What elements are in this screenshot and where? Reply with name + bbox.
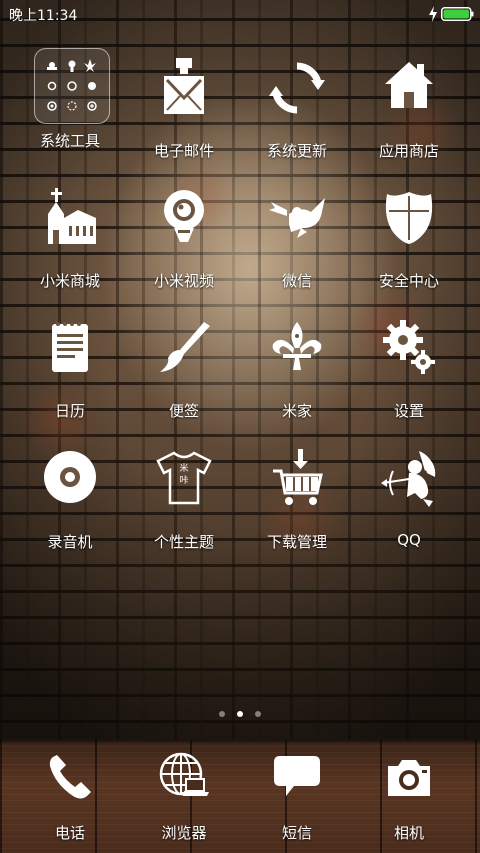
app-notes[interactable]: 便签 — [134, 318, 234, 428]
page-dot[interactable] — [219, 711, 225, 717]
app-label: QQ — [397, 531, 421, 549]
disc-icon — [40, 449, 100, 509]
app-label: 日历 — [54, 402, 85, 420]
app-label: 个性主题 — [153, 533, 214, 551]
phone-icon — [45, 752, 95, 802]
globe-laptop-icon — [159, 752, 209, 802]
folder-icon — [34, 48, 110, 124]
dock-app-browser[interactable]: 浏览器 — [134, 748, 234, 848]
app-wechat[interactable]: 微信 — [247, 188, 347, 298]
app-label: 微信 — [281, 272, 312, 290]
dock-app-camera[interactable]: 相机 — [359, 748, 459, 848]
angel-icon — [267, 188, 327, 248]
app-label: 设置 — [393, 402, 424, 420]
app-app-store[interactable]: 应用商店 — [359, 58, 459, 168]
camera-icon — [384, 752, 434, 802]
cart-download-icon — [267, 449, 327, 509]
app-qq[interactable]: QQ — [359, 449, 459, 559]
svg-text:咔: 咔 — [179, 474, 188, 486]
dock-app-label: 短信 — [281, 824, 312, 842]
app-security-center[interactable]: 安全中心 — [359, 188, 459, 298]
camera-eye-icon — [154, 188, 214, 248]
refresh-icon — [267, 58, 327, 118]
gears-icon — [379, 318, 439, 378]
app-label: 便签 — [168, 402, 199, 420]
app-system-tools-folder[interactable]: 系统工具 — [20, 48, 120, 158]
church-icon — [40, 188, 100, 248]
app-label: 系统更新 — [266, 142, 327, 160]
svg-text:米: 米 — [179, 462, 188, 474]
dock-app-label: 相机 — [393, 824, 424, 842]
dock-app-label: 电话 — [54, 824, 85, 842]
cupid-icon — [379, 449, 439, 509]
app-recorder[interactable]: 录音机 — [20, 449, 120, 559]
app-download-manager[interactable]: 下载管理 — [247, 449, 347, 559]
app-label: 系统工具 — [39, 132, 100, 150]
mail-icon — [154, 58, 214, 118]
dock-app-label: 浏览器 — [161, 824, 207, 842]
app-label: 米家 — [281, 402, 312, 420]
app-system-update[interactable]: 系统更新 — [247, 58, 347, 168]
home-screen: 晚上11:34 系统工具 电子邮件 系统更新 应用商店 小米商城 小米视频 微信… — [0, 0, 480, 853]
app-themes[interactable]: 米 咔 个性主题 — [134, 449, 234, 559]
dock-edge — [0, 740, 480, 744]
house-icon — [379, 58, 439, 118]
dock-app-messages[interactable]: 短信 — [247, 748, 347, 848]
status-time: 晚上11:34 — [9, 8, 78, 24]
battery-icon — [441, 7, 474, 21]
page-indicator — [0, 702, 480, 717]
dock-app-phone[interactable]: 电话 — [20, 748, 120, 848]
page-dot-active[interactable] — [237, 711, 243, 717]
app-label: 下载管理 — [266, 533, 327, 551]
app-mi-video[interactable]: 小米视频 — [134, 188, 234, 298]
notepad-icon — [40, 318, 100, 378]
status-bar: 晚上11:34 — [0, 0, 480, 28]
app-mijia[interactable]: 米家 — [247, 318, 347, 428]
app-calendar[interactable]: 日历 — [20, 318, 120, 428]
app-label: 小米视频 — [153, 272, 214, 290]
shield-icon — [379, 188, 439, 248]
tshirt-icon: 米 咔 — [154, 449, 214, 509]
chat-bubble-icon — [272, 752, 322, 802]
brush-icon — [154, 318, 214, 378]
app-settings[interactable]: 设置 — [359, 318, 459, 428]
page-dot[interactable] — [255, 711, 261, 717]
app-label: 小米商城 — [39, 272, 100, 290]
app-label: 安全中心 — [378, 272, 439, 290]
app-label: 录音机 — [47, 533, 93, 551]
app-label: 应用商店 — [378, 142, 439, 160]
fleur-de-lis-icon — [267, 318, 327, 378]
app-label: 电子邮件 — [153, 142, 214, 160]
app-email[interactable]: 电子邮件 — [134, 58, 234, 168]
app-mi-store[interactable]: 小米商城 — [20, 188, 120, 298]
lightning-icon — [429, 6, 437, 22]
